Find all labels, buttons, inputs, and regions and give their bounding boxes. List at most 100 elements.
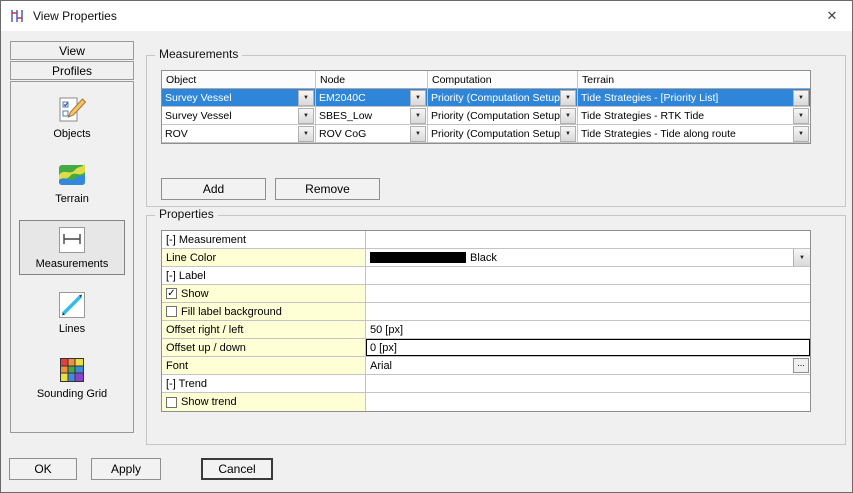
add-button-label: Add xyxy=(203,182,224,196)
close-button[interactable]: ✕ xyxy=(820,5,844,27)
dropdown-arrow-icon[interactable]: ▼ xyxy=(560,108,576,124)
apply-button-label: Apply xyxy=(111,462,141,476)
sidebar-item-label: Terrain xyxy=(55,193,89,205)
property-label-text: Font xyxy=(166,360,188,372)
dropdown-arrow-icon[interactable]: ▼ xyxy=(298,90,314,106)
computation-combo[interactable]: Priority (Computation Setup)▼ xyxy=(428,125,578,143)
group-label-text: [-] Trend xyxy=(166,378,207,390)
offset-up-down-field[interactable]: 0 [px] xyxy=(366,339,810,356)
window-title: View Properties xyxy=(33,9,117,23)
group-row-label[interactable]: [-] Trend xyxy=(162,375,366,393)
node-combo[interactable]: ROV CoG▼ xyxy=(316,125,428,143)
line-color-dropdown[interactable]: Black ▼ xyxy=(366,249,810,267)
font-field[interactable]: Arial ... xyxy=(366,357,810,375)
property-label: Fill label background xyxy=(162,303,366,321)
tab-view-label: View xyxy=(59,44,85,58)
apply-button[interactable]: Apply xyxy=(91,458,161,480)
computation-combo[interactable]: Priority (Computation Setup)▼ xyxy=(428,107,578,125)
color-swatch xyxy=(370,252,466,263)
table-row[interactable]: Survey Vessel▼ SBES_Low▼ Priority (Compu… xyxy=(162,107,810,125)
sidebar-item-lines[interactable]: Lines xyxy=(19,285,125,340)
combo-value: Tide Strategies - RTK Tide xyxy=(578,110,793,122)
property-row-offset-right-left: Offset right / left 50 [px] xyxy=(162,321,810,339)
property-label-text: Show trend xyxy=(181,396,237,408)
property-group-trend: [-] Trend xyxy=(162,375,810,393)
sidebar-item-label: Sounding Grid xyxy=(37,388,107,400)
dropdown-arrow-icon[interactable]: ▼ xyxy=(410,126,426,142)
combo-value: Survey Vessel xyxy=(162,92,298,104)
terrain-combo[interactable]: Tide Strategies - Tide along route▼ xyxy=(578,125,810,143)
sidebar-item-measurements[interactable]: Measurements xyxy=(19,220,125,275)
terrain-combo[interactable]: Tide Strategies - [Priority List]▼ xyxy=(578,89,810,107)
offset-up-down-value: 0 [px] xyxy=(370,342,397,354)
offset-right-left-value: 50 [px] xyxy=(366,324,407,336)
ok-button-label: OK xyxy=(34,462,51,476)
combo-value: Tide Strategies - [Priority List] xyxy=(578,92,793,104)
property-grid: [-] Measurement Line Color Black ▼ [-] L… xyxy=(161,230,811,412)
group-row-label[interactable]: [-] Measurement xyxy=(162,231,366,249)
show-checkbox[interactable]: ✓ xyxy=(166,288,177,299)
object-combo[interactable]: ROV▼ xyxy=(162,125,316,143)
measurements-table: Object Node Computation Terrain Survey V… xyxy=(161,70,811,144)
measurements-group-title: Measurements xyxy=(155,47,242,61)
app-icon xyxy=(9,8,25,24)
dropdown-arrow-icon[interactable]: ▼ xyxy=(793,126,809,142)
cancel-button-label: Cancel xyxy=(218,462,255,476)
sidebar-item-sounding-grid[interactable]: Sounding Grid xyxy=(19,350,125,405)
property-label: Offset up / down xyxy=(162,339,366,357)
lines-icon xyxy=(57,290,87,320)
cancel-button[interactable]: Cancel xyxy=(201,458,273,480)
add-button[interactable]: Add xyxy=(161,178,266,200)
measurements-group: Measurements Object Node Computation Ter… xyxy=(146,55,846,207)
view-properties-dialog: View Properties ✕ View Profiles Objects xyxy=(0,0,853,493)
font-browse-button[interactable]: ... xyxy=(793,358,809,373)
property-row-show: ✓ Show xyxy=(162,285,810,303)
offset-right-left-field[interactable]: 50 [px] xyxy=(366,321,810,339)
tab-profiles[interactable]: Profiles xyxy=(10,61,134,80)
property-group-label: [-] Label xyxy=(162,267,810,285)
node-combo[interactable]: EM2040C▼ xyxy=(316,89,428,107)
table-header-row: Object Node Computation Terrain xyxy=(162,71,810,89)
combo-value: EM2040C xyxy=(316,92,410,104)
dropdown-arrow-icon[interactable]: ▼ xyxy=(298,108,314,124)
table-row[interactable]: Survey Vessel▼ EM2040C▼ Priority (Comput… xyxy=(162,89,810,107)
dropdown-arrow-icon[interactable]: ▼ xyxy=(410,108,426,124)
ok-button[interactable]: OK xyxy=(9,458,77,480)
title-bar: View Properties ✕ xyxy=(1,1,852,31)
property-label: Line Color xyxy=(162,249,366,267)
fill-label-background-checkbox[interactable] xyxy=(166,306,177,317)
objects-icon xyxy=(57,95,87,125)
property-label: ✓ Show xyxy=(162,285,366,303)
dropdown-arrow-icon[interactable]: ▼ xyxy=(298,126,314,142)
dropdown-arrow-icon[interactable]: ▼ xyxy=(560,126,576,142)
column-header-label: Computation xyxy=(432,74,492,86)
dropdown-arrow-icon[interactable]: ▼ xyxy=(410,90,426,106)
dropdown-arrow-icon[interactable]: ▼ xyxy=(793,108,809,124)
sidebar-item-label: Objects xyxy=(53,128,90,140)
column-header-node: Node xyxy=(316,71,428,89)
tab-view[interactable]: View xyxy=(10,41,134,60)
check-icon: ✓ xyxy=(167,289,175,299)
computation-combo[interactable]: Priority (Computation Setup)▼ xyxy=(428,89,578,107)
sidebar-item-terrain[interactable]: Terrain xyxy=(19,155,125,210)
remove-button-label: Remove xyxy=(305,182,350,196)
dropdown-arrow-icon[interactable]: ▼ xyxy=(793,249,810,266)
dropdown-arrow-icon[interactable]: ▼ xyxy=(793,90,809,106)
sidebar-item-objects[interactable]: Objects xyxy=(19,90,125,145)
measurements-icon xyxy=(57,225,87,255)
table-row[interactable]: ROV▼ ROV CoG▼ Priority (Computation Setu… xyxy=(162,125,810,143)
show-trend-checkbox[interactable] xyxy=(166,397,177,408)
combo-value: SBES_Low xyxy=(316,110,410,122)
object-combo[interactable]: Survey Vessel▼ xyxy=(162,89,316,107)
property-label: Font xyxy=(162,357,366,375)
group-row-label[interactable]: [-] Label xyxy=(162,267,366,285)
object-combo[interactable]: Survey Vessel▼ xyxy=(162,107,316,125)
column-header-object: Object xyxy=(162,71,316,89)
remove-button[interactable]: Remove xyxy=(275,178,380,200)
ellipsis-icon: ... xyxy=(797,359,805,368)
column-header-computation: Computation xyxy=(428,71,578,89)
terrain-combo[interactable]: Tide Strategies - RTK Tide▼ xyxy=(578,107,810,125)
node-combo[interactable]: SBES_Low▼ xyxy=(316,107,428,125)
combo-value: Priority (Computation Setup) xyxy=(428,128,560,140)
dropdown-arrow-icon[interactable]: ▼ xyxy=(560,90,576,106)
